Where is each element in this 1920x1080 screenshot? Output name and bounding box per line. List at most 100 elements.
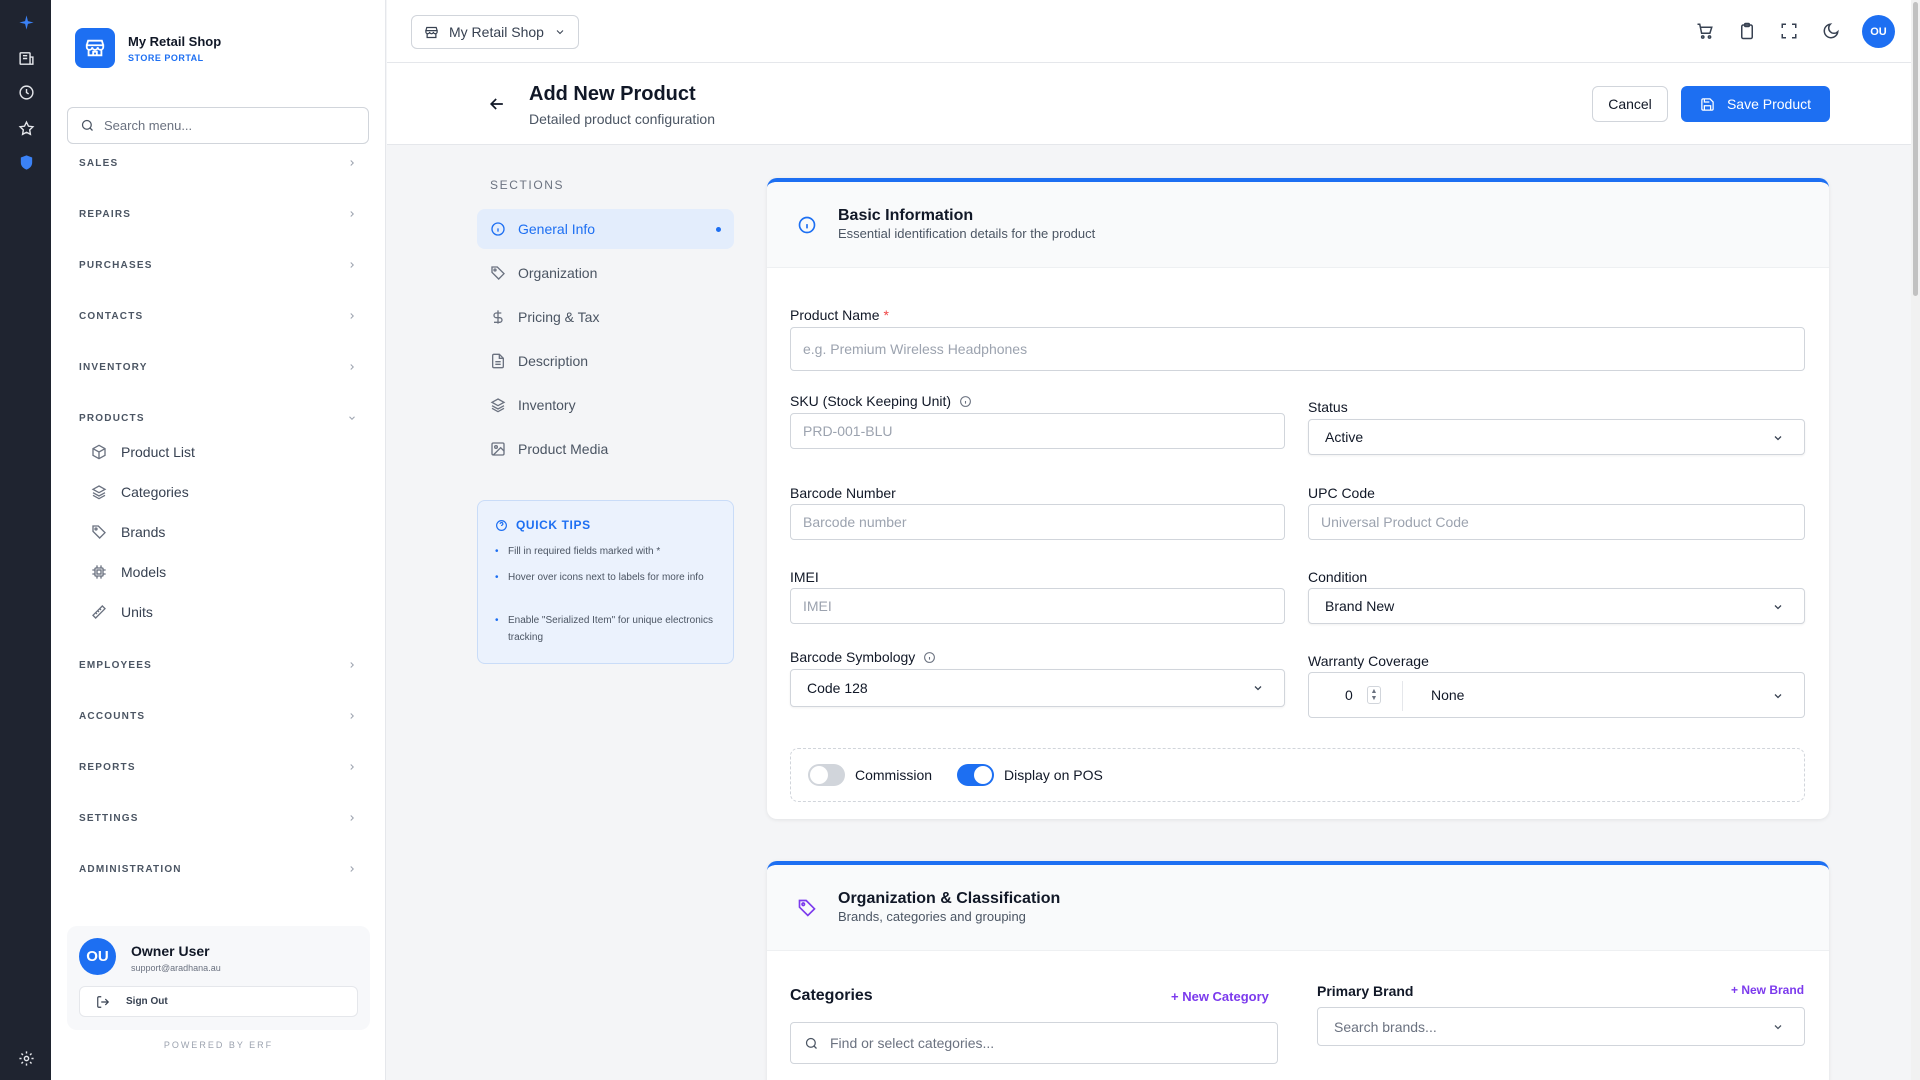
nav-section-administration[interactable]: ADMINISTRATION (79, 859, 357, 879)
scrollbar-thumb[interactable] (1913, 2, 1918, 296)
section-nav-description[interactable]: Description (477, 341, 734, 381)
sidebar-item-label: Units (121, 604, 153, 620)
sidebar-item-categories[interactable]: Categories (91, 482, 189, 502)
brand-subtitle: STORE PORTAL (128, 52, 204, 63)
section-nav-pricing-tax[interactable]: Pricing & Tax (477, 297, 734, 337)
brand[interactable]: My Retail Shop STORE PORTAL (75, 28, 221, 68)
powered-by: POWERED BY ERF (163, 1040, 274, 1050)
star-icon[interactable] (16, 118, 36, 138)
card-title: Basic Information (838, 207, 974, 224)
clock-icon[interactable] (16, 82, 36, 102)
search-menu-input[interactable]: Search menu... (67, 107, 369, 144)
sidebar-item-units[interactable]: Units (91, 602, 153, 622)
nav-section-repairs[interactable]: REPAIRS (79, 204, 357, 224)
cancel-button[interactable]: Cancel (1592, 86, 1668, 122)
nav-section-products[interactable]: PRODUCTS (79, 408, 357, 428)
barcode-input[interactable]: Barcode number (790, 504, 1285, 540)
chevron-right-icon (350, 160, 354, 166)
symbology-select[interactable]: Code 128 (790, 669, 1285, 707)
imei-label: IMEI (790, 569, 819, 585)
barcode-label: Barcode Number (790, 485, 896, 501)
save-product-button[interactable]: Save Product (1681, 86, 1830, 122)
brand-search-select[interactable]: Search brands... (1317, 1007, 1805, 1046)
new-category-link[interactable]: + New Category (1171, 989, 1269, 1004)
quick-tip: Hover over icons next to labels for more… (495, 569, 720, 586)
section-nav-organization[interactable]: Organization (477, 253, 734, 293)
moon-icon[interactable] (1822, 22, 1840, 40)
organization-card: Organization & Classification Brands, ca… (767, 861, 1829, 1080)
nav-section-purchases[interactable]: PURCHASES (79, 255, 357, 275)
nav-section-inventory[interactable]: INVENTORY (79, 357, 357, 377)
categories-search-input[interactable]: Find or select categories... (790, 1022, 1278, 1064)
sku-input[interactable]: PRD-001-BLU (790, 413, 1285, 449)
chevron-right-icon (350, 764, 354, 770)
tag-icon (798, 899, 816, 917)
warranty-unit-select[interactable]: None (1431, 687, 1464, 703)
sidebar-item-label: Models (121, 564, 167, 580)
chevron-down-icon (1254, 686, 1262, 691)
section-nav-label: Pricing & Tax (518, 309, 600, 325)
nav-section-reports[interactable]: REPORTS (79, 757, 357, 777)
display-on-pos-toggle[interactable] (957, 764, 994, 786)
nav-section-label: INVENTORY (79, 361, 148, 373)
page-scrollbar[interactable] (1911, 0, 1920, 1080)
store-icon[interactable] (16, 48, 36, 68)
upc-input[interactable]: Universal Product Code (1308, 504, 1805, 540)
chevron-right-icon (350, 364, 354, 370)
product-name-input[interactable]: e.g. Premium Wireless Headphones (790, 327, 1805, 371)
cart-icon[interactable] (1696, 22, 1714, 40)
dollar-icon (493, 310, 503, 324)
commission-toggle[interactable] (808, 764, 845, 786)
nav-section-contacts[interactable]: CONTACTS (79, 306, 357, 326)
new-brand-link[interactable]: + New Brand (1731, 983, 1804, 997)
user-avatar-button[interactable]: OU (1862, 15, 1895, 48)
sparkle-icon[interactable] (16, 12, 36, 32)
condition-select[interactable]: Brand New (1308, 588, 1805, 624)
chevron-down-icon (1774, 605, 1782, 610)
section-nav-label: General Info (518, 221, 596, 237)
chevron-down-icon (1774, 694, 1782, 699)
nav-section-label: SALES (79, 157, 119, 169)
back-arrow-icon[interactable] (487, 94, 507, 114)
cube-icon (92, 444, 106, 460)
shield-icon[interactable] (16, 152, 36, 172)
section-nav-label: Organization (518, 265, 598, 281)
sidebar-item-product-list[interactable]: Product List (91, 442, 195, 462)
nav-section-sales[interactable]: SALES (79, 153, 357, 173)
nav-section-label: REPAIRS (79, 208, 132, 220)
sign-out-button[interactable]: Sign Out (79, 986, 358, 1017)
info-icon[interactable] (959, 395, 972, 408)
chevron-right-icon (350, 866, 354, 872)
section-nav-label: Description (518, 353, 589, 369)
section-nav-inventory[interactable]: Inventory (477, 385, 734, 425)
shop-selector[interactable]: My Retail Shop (411, 15, 579, 49)
status-select[interactable]: Active (1308, 419, 1805, 455)
nav-section-accounts[interactable]: ACCOUNTS (79, 706, 357, 726)
warranty-number-input[interactable]: 0 (1345, 687, 1353, 703)
fullscreen-icon[interactable] (1780, 22, 1798, 40)
sidebar-item-models[interactable]: Models (91, 562, 166, 582)
user-email: support@aradhana.au (131, 963, 221, 973)
store-logo-icon (75, 28, 115, 68)
condition-label: Condition (1308, 569, 1368, 585)
display-on-pos-label: Display on POS (1004, 767, 1103, 783)
sidebar-item-brands[interactable]: Brands (91, 522, 165, 542)
gear-icon[interactable] (16, 1048, 36, 1068)
section-nav-general-info[interactable]: General Info (477, 209, 734, 249)
clipboard-icon[interactable] (1738, 22, 1756, 40)
nav-section-employees[interactable]: EMPLOYEES (79, 655, 357, 675)
nav-section-label: SETTINGS (79, 812, 139, 824)
shop-selector-label: My Retail Shop (449, 24, 544, 40)
info-icon[interactable] (923, 651, 936, 664)
document-icon (492, 353, 504, 369)
section-nav-product-media[interactable]: Product Media (477, 429, 734, 469)
nav-section-label: CONTACTS (79, 310, 144, 322)
search-menu-placeholder: Search menu... (104, 118, 193, 133)
number-stepper[interactable]: ▲ ▼ (1367, 686, 1381, 704)
condition-value: Brand New (1325, 598, 1395, 614)
tag-icon (491, 266, 505, 280)
imei-input[interactable]: IMEI (790, 588, 1285, 624)
nav-section-settings[interactable]: SETTINGS (79, 808, 357, 828)
section-nav-label: Inventory (518, 397, 576, 413)
symbology-label: Barcode Symbology (790, 649, 936, 665)
